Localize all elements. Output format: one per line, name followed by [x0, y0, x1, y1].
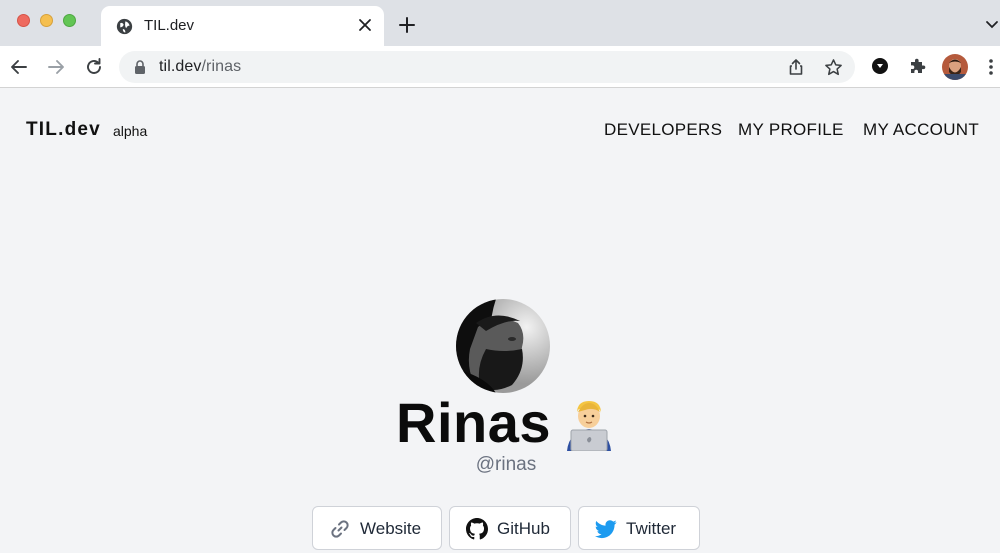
profile-name: Rinas	[396, 391, 551, 454]
url-host: til.dev	[159, 58, 202, 75]
more-menu-icon[interactable]	[987, 58, 995, 76]
nav-my-account[interactable]: MY ACCOUNT	[863, 120, 979, 140]
extension-icon[interactable]	[871, 57, 889, 75]
profile-photo	[456, 299, 550, 393]
profile-avatar[interactable]	[942, 54, 968, 80]
bookmark-star-icon[interactable]	[824, 58, 843, 77]
nav-my-profile[interactable]: MY PROFILE	[738, 120, 844, 140]
nav-developers[interactable]: DEVELOPERS	[604, 120, 722, 140]
twitter-icon	[595, 520, 617, 539]
github-link-button[interactable]: GitHub	[449, 506, 571, 550]
lock-icon[interactable]	[134, 60, 146, 74]
technologist-emoji-icon	[567, 401, 611, 451]
page-content: TIL.dev alpha DEVELOPERS MY PROFILE MY A…	[0, 89, 1000, 553]
twitter-link-label: Twitter	[626, 519, 677, 538]
globe-icon	[116, 18, 133, 35]
browser-tab-strip: TIL.dev	[0, 0, 1000, 46]
chevron-down-icon[interactable]	[985, 19, 999, 31]
site-logo[interactable]: TIL.dev	[26, 119, 101, 141]
new-tab-icon[interactable]	[398, 16, 416, 34]
profile-handle: @rinas	[475, 454, 537, 475]
url-path: /rinas	[201, 58, 242, 75]
browser-tab[interactable]: TIL.dev	[101, 6, 384, 46]
forward-arrow-icon[interactable]	[46, 57, 66, 77]
close-window-button[interactable]	[17, 14, 30, 27]
back-arrow-icon[interactable]	[9, 57, 29, 77]
puzzle-icon[interactable]	[907, 56, 927, 76]
address-bar[interactable]: til.dev/rinas	[119, 51, 855, 83]
minimize-window-button[interactable]	[40, 14, 53, 27]
reload-icon[interactable]	[84, 57, 104, 77]
link-icon	[331, 520, 349, 538]
url-text: til.dev/rinas	[159, 58, 241, 76]
alpha-badge: alpha	[113, 123, 148, 139]
github-icon	[466, 518, 488, 540]
tab-title: TIL.dev	[144, 17, 195, 34]
website-link-label: Website	[360, 519, 422, 538]
profile-name-row: Rinas	[0, 388, 1000, 458]
zoom-window-button[interactable]	[63, 14, 76, 27]
twitter-link-button[interactable]: Twitter	[578, 506, 700, 550]
browser-toolbar: til.dev/rinas	[0, 46, 1000, 88]
share-icon[interactable]	[787, 58, 805, 76]
close-tab-icon[interactable]	[357, 17, 373, 33]
website-link-button[interactable]: Website	[312, 506, 442, 550]
github-link-label: GitHub	[497, 519, 550, 538]
